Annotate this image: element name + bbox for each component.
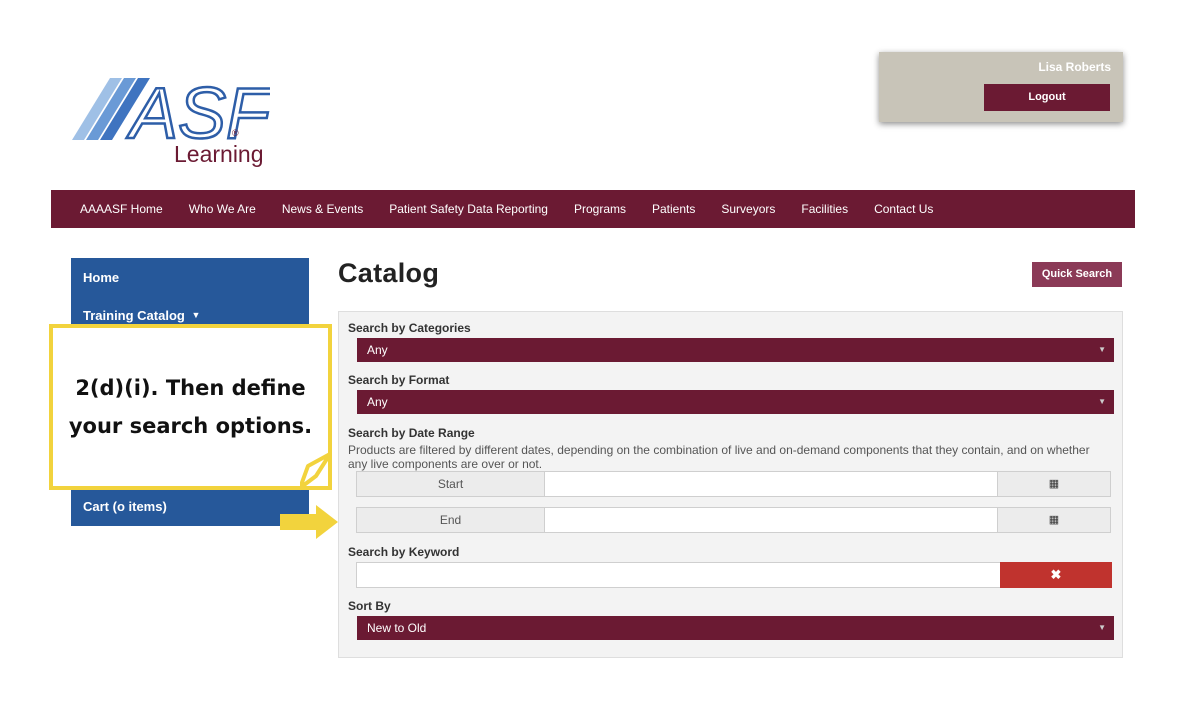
format-value: Any [367,395,388,409]
user-panel: Lisa Roberts Logout [879,52,1123,122]
main-nav: AAAASF Home Who We Are News & Events Pat… [51,190,1135,228]
arrow-right-icon [280,505,338,539]
format-select[interactable]: Any ▼ [357,390,1114,414]
caret-down-icon: ▼ [1098,397,1106,406]
user-name[interactable]: Lisa Roberts [1038,60,1111,74]
sidebar-item-cart[interactable]: Cart (o items) [83,499,167,514]
nav-item-contact-us[interactable]: Contact Us [861,202,946,216]
keyword-label: Search by Keyword [348,545,460,559]
quick-search-button[interactable]: Quick Search [1032,262,1122,287]
keyword-input[interactable] [356,562,1001,588]
start-date-group: Start ▦ [356,471,1111,497]
search-panel: Search by Categories Any ▼ Search by For… [338,311,1123,658]
nav-item-patients[interactable]: Patients [639,202,708,216]
svg-text:®: ® [232,128,239,138]
sidebar-item-home[interactable]: Home [83,270,119,285]
nav-item-patient-safety[interactable]: Patient Safety Data Reporting [376,202,561,216]
caret-down-icon: ▼ [1098,623,1106,632]
instruction-callout: 2(d)(i). Then define your search options… [49,324,332,490]
end-date-input[interactable] [545,508,998,532]
sidebar-item-training-catalog[interactable]: Training Catalog ▼ [83,308,200,323]
nav-item-facilities[interactable]: Facilities [788,202,861,216]
nav-item-surveyors[interactable]: Surveyors [708,202,788,216]
nav-item-programs[interactable]: Programs [561,202,639,216]
caret-down-icon: ▼ [191,310,201,320]
categories-value: Any [367,343,388,357]
date-range-label: Search by Date Range [348,426,475,440]
svg-text:Learning: Learning [174,141,264,167]
callout-line-1: 2(d)(i). Then define [75,376,306,400]
page-title: Catalog [338,258,440,288]
sort-select[interactable]: New to Old ▼ [357,616,1114,640]
nav-item-news-events[interactable]: News & Events [269,202,376,216]
sidebar-item-label: Training Catalog [83,308,185,323]
logo-graphic: ASF ® Learning [72,73,275,167]
sort-value: New to Old [367,621,427,635]
logout-button[interactable]: Logout [984,84,1110,111]
start-date-input[interactable] [545,472,998,496]
date-range-description: Products are filtered by different dates… [348,443,1090,471]
times-icon: ✖ [1050,567,1062,582]
asf-learning-logo[interactable]: ASF ® Learning [70,70,275,170]
nav-item-who-we-are[interactable]: Who We Are [176,202,269,216]
nav-item-home[interactable]: AAAASF Home [67,202,176,216]
end-date-label: End [357,508,545,532]
start-date-label: Start [357,472,545,496]
categories-select[interactable]: Any ▼ [357,338,1114,362]
caret-down-icon: ▼ [1098,345,1106,354]
format-label: Search by Format [348,373,450,387]
calendar-icon[interactable]: ▦ [997,508,1110,532]
clear-keyword-button[interactable]: ✖ [1000,562,1112,588]
calendar-icon[interactable]: ▦ [997,472,1110,496]
end-date-group: End ▦ [356,507,1111,533]
callout-line-2: your search options. [68,414,313,438]
sort-label: Sort By [348,599,391,613]
categories-label: Search by Categories [348,321,471,335]
